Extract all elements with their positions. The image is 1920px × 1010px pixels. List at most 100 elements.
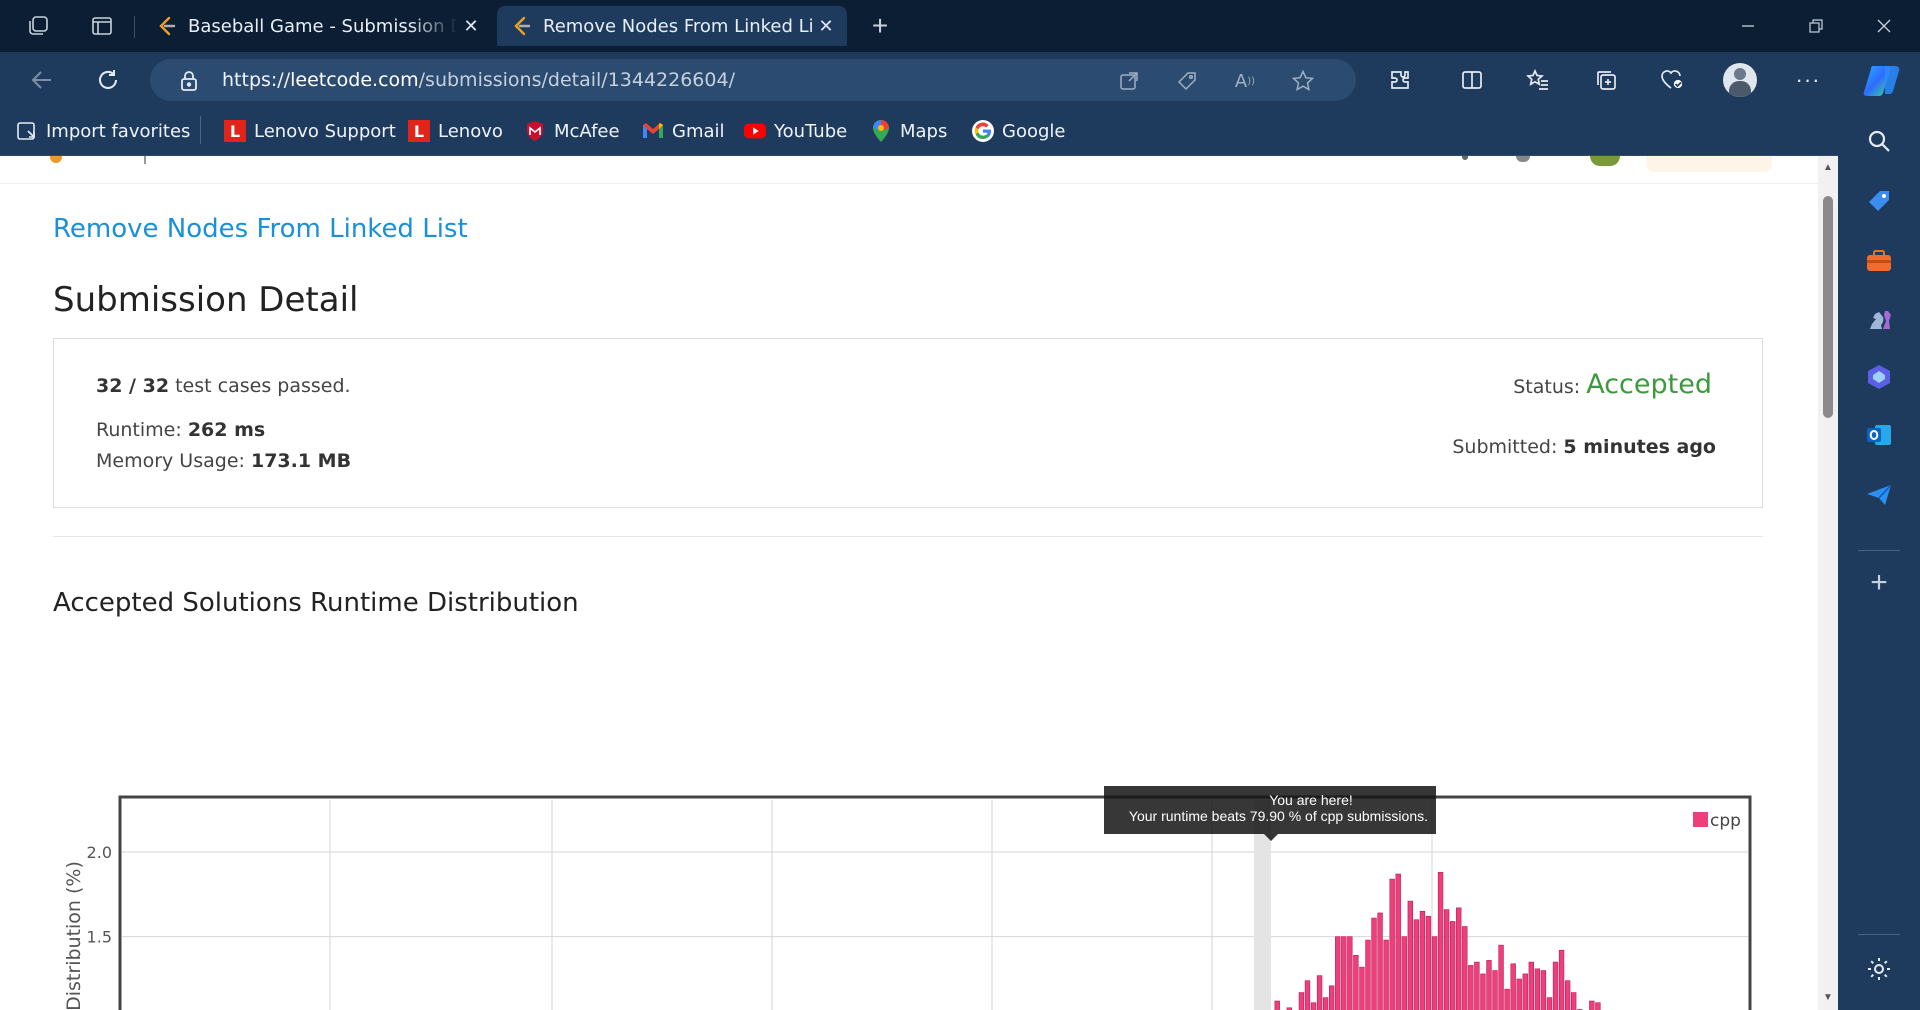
workspaces-icon[interactable] (24, 12, 52, 40)
user-avatar[interactable] (1590, 156, 1620, 166)
chart-bar (1341, 936, 1347, 1010)
favorite-maps[interactable]: Maps (870, 116, 947, 146)
tooltip-arrow (1264, 834, 1278, 841)
chart-bar (1377, 912, 1383, 1010)
leetcode-logo-icon (50, 156, 62, 163)
favorite-gmail[interactable]: Gmail (642, 116, 725, 146)
chart-bar (1413, 919, 1420, 1010)
favorite-label: Gmail (672, 120, 725, 142)
chart-bar (1456, 907, 1462, 1010)
back-icon[interactable] (26, 64, 58, 96)
more-options-icon[interactable]: ··· (1792, 64, 1824, 96)
refresh-icon[interactable] (92, 64, 124, 96)
favorite-lenovo-support[interactable]: L Lenovo Support (224, 116, 396, 146)
favorite-youtube[interactable]: YouTube (744, 116, 847, 146)
tooltip-line2: Your runtime beats 79.90 % of cpp submis… (1128, 808, 1428, 824)
chart-bar (1450, 921, 1456, 1010)
header-divider-icon (144, 156, 146, 164)
header-control-icon[interactable] (1462, 156, 1468, 160)
copilot-icon[interactable] (1862, 60, 1902, 100)
minimize-icon[interactable] (1728, 10, 1768, 42)
scroll-down-icon[interactable]: ▼ (1822, 992, 1834, 1004)
chart-bar (1516, 978, 1522, 1010)
shopping-tag-icon[interactable] (1862, 184, 1896, 218)
copilot-app-icon[interactable] (1862, 360, 1896, 394)
chart-bar (1274, 1000, 1280, 1010)
tab-remove-nodes[interactable]: Remove Nodes From Linked List ✕ (497, 6, 847, 46)
legend-swatch-cpp (1693, 812, 1708, 827)
favorite-google[interactable]: Google (972, 116, 1065, 146)
collections-icon[interactable] (1590, 64, 1622, 96)
chart-bar (1595, 1002, 1601, 1010)
chart-plot-frame (118, 795, 1752, 1010)
tab-baseball-game[interactable]: Baseball Game - Submission Deta ✕ (142, 6, 492, 46)
browser-essentials-icon[interactable] (1656, 64, 1688, 96)
chart-bar (1389, 878, 1395, 1010)
favorite-lenovo[interactable]: L Lenovo (408, 116, 503, 146)
sidebar-settings-icon[interactable] (1862, 952, 1896, 986)
restore-icon[interactable] (1796, 10, 1836, 42)
gmail-icon (642, 120, 664, 142)
status-accepted-badge: Accepted (1586, 369, 1712, 400)
chart-bar (1474, 961, 1480, 1010)
page-content: Remove Nodes From Linked List Submission… (0, 156, 1818, 1010)
close-tab-icon[interactable]: ✕ (458, 13, 484, 39)
google-icon (972, 120, 994, 142)
chart-bar (1534, 968, 1541, 1010)
favorite-label: McAfee (554, 120, 620, 142)
runtime-tooltip: You are here! Your runtime beats 79.90 %… (1104, 786, 1436, 834)
profile-avatar[interactable] (1722, 62, 1758, 98)
chart-bar (1468, 965, 1474, 1010)
lock-icon[interactable] (176, 68, 202, 94)
submitted-time: Submitted: 5 minutes ago (1452, 436, 1716, 458)
favorite-label: YouTube (774, 120, 848, 142)
scroll-up-icon[interactable]: ▲ (1822, 162, 1834, 174)
chart-bar (1310, 1002, 1317, 1010)
chart-bar (1316, 975, 1323, 1010)
memory-usage: Memory Usage: 173.1 MB (96, 450, 352, 472)
favorite-label: Lenovo Support (254, 120, 396, 142)
search-icon[interactable] (1862, 124, 1896, 158)
tooltip-line1: You are here! (1269, 792, 1353, 808)
premium-button[interactable] (1646, 156, 1772, 172)
chart-bar (1462, 926, 1468, 1010)
chart-bar (1371, 917, 1377, 1010)
chart-bar (1407, 900, 1413, 1010)
close-window-icon[interactable] (1864, 10, 1904, 42)
chart-bar (1571, 992, 1577, 1010)
tools-briefcase-icon[interactable] (1862, 244, 1896, 278)
browser-tab-strip: Baseball Game - Submission Deta ✕ Remove… (0, 0, 1920, 52)
test-cases-passed: 32 / 32 test cases passed. (96, 375, 351, 397)
favorite-star-icon[interactable] (1290, 68, 1316, 94)
open-in-app-icon[interactable] (1116, 68, 1142, 94)
page-scrollbar[interactable]: ▲ ▼ (1818, 156, 1838, 1010)
add-sidebar-app-icon[interactable]: + (1862, 566, 1896, 600)
close-tab-icon[interactable]: ✕ (813, 13, 839, 39)
leetcode-icon (511, 15, 533, 37)
extensions-icon[interactable] (1384, 64, 1416, 96)
scrollbar-thumb[interactable] (1823, 196, 1833, 418)
favorite-label: Lenovo (438, 120, 503, 142)
split-screen-icon[interactable] (1456, 64, 1488, 96)
legend-label-cpp: cpp (1710, 811, 1741, 831)
read-aloud-icon[interactable]: A)) (1232, 68, 1258, 94)
notification-icon[interactable] (1516, 156, 1530, 162)
favorites-icon[interactable] (1522, 64, 1554, 96)
tab-actions-icon[interactable] (88, 12, 116, 40)
new-tab-icon[interactable]: + (866, 10, 894, 41)
submission-detail-box: 32 / 32 test cases passed. Runtime: 262 … (53, 338, 1763, 508)
chart-bar (1329, 985, 1335, 1010)
url-text[interactable]: https://leetcode.com/submissions/detail/… (222, 59, 735, 101)
outlook-icon[interactable] (1862, 418, 1896, 452)
lenovo-icon: L (408, 120, 430, 142)
address-bar[interactable]: https://leetcode.com/submissions/detail/… (150, 59, 1356, 101)
coupon-tag-icon[interactable] (1174, 68, 1200, 94)
favorite-import[interactable]: Import favorites (16, 116, 190, 146)
chart-bar (1480, 973, 1486, 1010)
send-icon[interactable] (1862, 478, 1896, 512)
problem-link[interactable]: Remove Nodes From Linked List (53, 214, 468, 244)
favorite-mcafee[interactable]: McAfee (524, 116, 620, 146)
browser-toolbar: https://leetcode.com/submissions/detail/… (0, 52, 1920, 106)
favorites-separator (200, 116, 201, 144)
games-chess-icon[interactable] (1862, 302, 1896, 336)
